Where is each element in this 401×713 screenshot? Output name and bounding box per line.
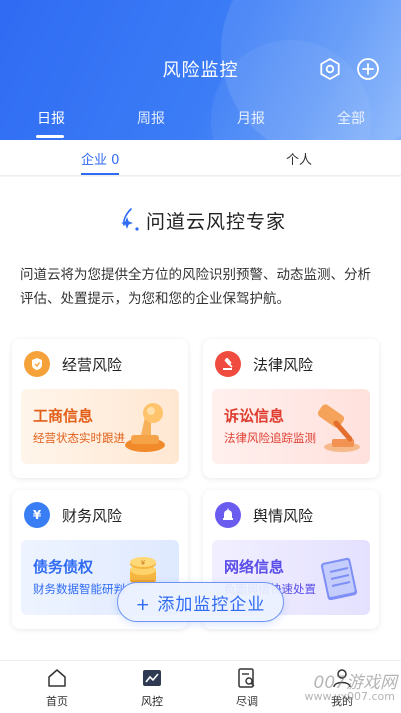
- card-business-risk[interactable]: 经营风险 工商信息 经营状态实时跟进: [12, 339, 188, 478]
- tab-monthly[interactable]: 月报: [237, 108, 265, 128]
- tab-daily[interactable]: 日报: [37, 108, 65, 128]
- card-title: 财务风险: [62, 507, 123, 525]
- item-subtitle: 经营状态实时跟进: [33, 431, 125, 445]
- item-title: 诉讼信息: [224, 407, 285, 425]
- add-icon[interactable]: [356, 57, 380, 81]
- document-search-icon: [238, 668, 255, 688]
- tab-enterprise[interactable]: 企业 0: [81, 149, 119, 168]
- stamp-icon: [125, 403, 165, 452]
- notepad-icon: [320, 557, 358, 601]
- subject-tabs: 企业 0 个人: [0, 140, 401, 176]
- tab-weekly[interactable]: 周报: [137, 108, 165, 128]
- nav-home[interactable]: 首页: [27, 667, 87, 711]
- card-title: 经营风险: [62, 356, 123, 374]
- nav-due-diligence[interactable]: 尽调: [217, 667, 277, 711]
- item-subtitle: 法律风险追踪监测: [224, 431, 316, 445]
- tab-all[interactable]: 全部: [337, 108, 365, 128]
- subtab-indicator: [81, 173, 119, 175]
- legal-risk-icon: [215, 351, 241, 377]
- svg-text:¥: ¥: [141, 559, 146, 567]
- item-title: 网络信息: [224, 558, 285, 576]
- financial-risk-icon: ¥: [24, 502, 50, 528]
- tab-personal[interactable]: 个人: [286, 149, 312, 168]
- tab-indicator: [36, 135, 64, 138]
- business-risk-icon: [24, 351, 50, 377]
- intro-text: 问道云将为您提供全方位的风险识别预警、动态监测、分析评估、处置提示，为您和您的企…: [20, 267, 371, 307]
- add-monitor-button[interactable]: + 添加监控企业: [117, 582, 284, 622]
- header: 风险监控 日报 周报 月报 全部: [0, 0, 401, 140]
- card-legal-risk[interactable]: 法律风险 诉讼信息 法律风险追踪监测: [203, 339, 379, 478]
- nav-risk-control[interactable]: 风控: [122, 667, 182, 711]
- item-title: 债务债权: [33, 558, 94, 576]
- settings-icon[interactable]: [318, 57, 342, 81]
- sparkle-icon: [121, 208, 139, 231]
- item-title: 工商信息: [33, 407, 94, 425]
- home-icon: [48, 669, 66, 687]
- card-title: 舆情风险: [253, 507, 314, 525]
- item-subtitle: 财务数据智能研判: [33, 582, 125, 596]
- lawsuit-info-item[interactable]: 诉讼信息 法律风险追踪监测: [212, 389, 370, 464]
- watermark-url: www.yx007.com: [304, 690, 395, 703]
- brand-name: 问道云风控专家: [146, 211, 287, 233]
- card-title: 法律风险: [253, 356, 314, 374]
- opinion-risk-icon: [215, 502, 241, 528]
- trend-chart-icon: [143, 670, 161, 686]
- gavel-icon: [317, 404, 360, 452]
- report-tabs: 日报 周报 月报 全部: [0, 108, 401, 140]
- business-info-item[interactable]: 工商信息 经营状态实时跟进: [21, 389, 179, 464]
